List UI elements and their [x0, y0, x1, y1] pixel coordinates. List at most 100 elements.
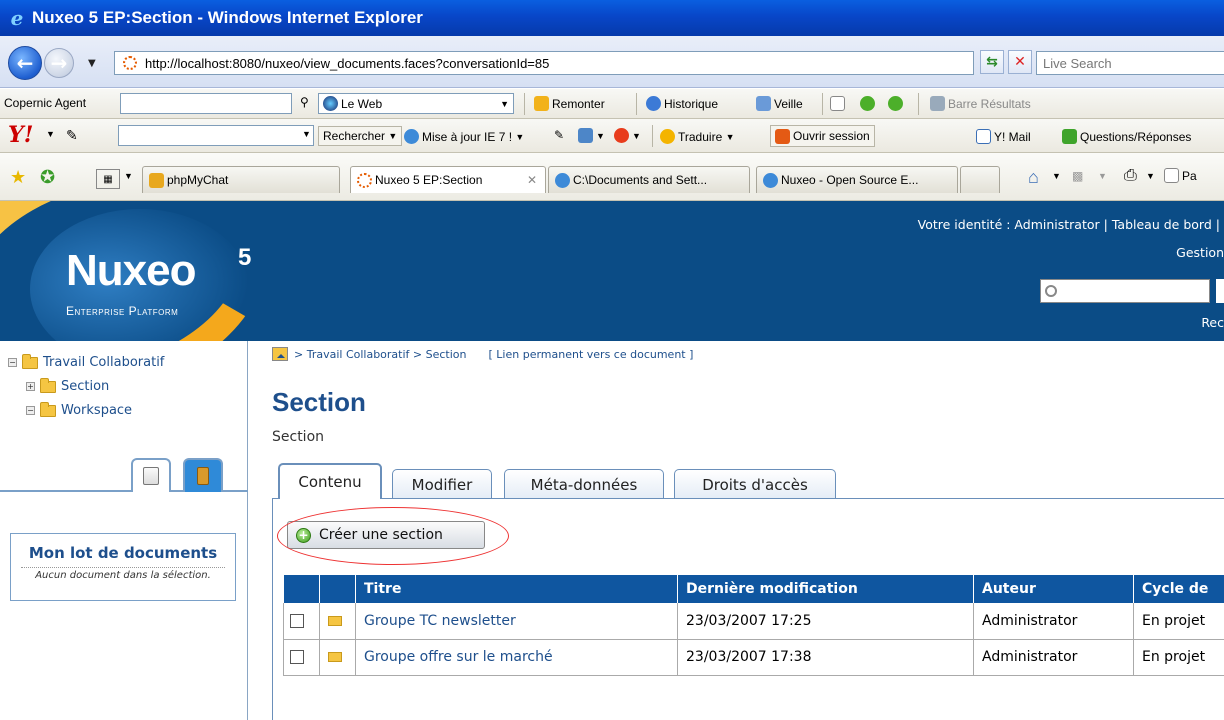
- row-type-cell: [319, 639, 356, 676]
- browser-tab-nuxeo-section[interactable]: Nuxeo 5 EP:Section ✕: [350, 166, 546, 193]
- copernic-input[interactable]: [120, 93, 292, 114]
- browser-tab-nuxeo-open-source[interactable]: Nuxeo - Open Source E...: [756, 166, 958, 193]
- le-web-select[interactable]: Le Web ▼: [318, 93, 514, 114]
- divider: [21, 567, 225, 568]
- row-checkbox[interactable]: [290, 650, 304, 664]
- tab-meta-donnees[interactable]: Méta-données: [504, 469, 664, 499]
- print-icon[interactable]: ⎙: [1124, 167, 1137, 185]
- row-title-link[interactable]: Groupe offre sur le marché: [364, 649, 553, 665]
- tab-modifier[interactable]: Modifier: [392, 469, 492, 499]
- veille-button[interactable]: Veille: [756, 96, 803, 111]
- stop-button[interactable]: ✕: [1008, 50, 1032, 74]
- folder-icon: [328, 615, 342, 626]
- table-header-titre[interactable]: Titre: [355, 575, 678, 603]
- url-input[interactable]: http://localhost:8080/nuxeo/view_documen…: [114, 51, 1085, 75]
- create-section-button[interactable]: + Créer une section: [287, 521, 485, 549]
- new-tab-button[interactable]: [960, 166, 1000, 193]
- close-icon: ✕: [1014, 54, 1026, 70]
- expand-icon[interactable]: +: [26, 382, 35, 391]
- yahoo-logo-icon[interactable]: Y!: [8, 122, 33, 148]
- documents-table: Titre Dernière modification Auteur Cycle…: [283, 575, 1224, 676]
- chevron-down-icon[interactable]: ▼: [1146, 171, 1155, 181]
- rechercher-button[interactable]: Rechercher ▼: [318, 126, 403, 146]
- recherche-link[interactable]: Rec: [1201, 315, 1224, 330]
- sidebar-tabs: [0, 458, 248, 492]
- tree-item-workspace[interactable]: − Workspace: [26, 401, 132, 418]
- page-menu-button[interactable]: Pa: [1164, 168, 1197, 183]
- sidebar-tab-clipboard[interactable]: [183, 458, 223, 492]
- chevron-down-icon[interactable]: ▼: [1052, 171, 1061, 181]
- chevron-down-icon[interactable]: ▼: [1098, 171, 1107, 181]
- folder-icon: [22, 353, 38, 369]
- yahoo-search-input[interactable]: [118, 125, 314, 146]
- refresh-button[interactable]: ⇆: [980, 50, 1004, 74]
- permalink-link[interactable]: [ Lien permanent vers ce document ]: [489, 348, 694, 361]
- ymail-button[interactable]: Y! Mail: [976, 129, 1031, 144]
- tree-item-section[interactable]: + Section: [26, 377, 109, 394]
- forward-button[interactable]: →: [44, 48, 74, 78]
- folder-icon: [40, 401, 56, 417]
- traduire-button[interactable]: Traduire ▼: [660, 129, 735, 144]
- prev-result-button[interactable]: [860, 96, 878, 111]
- nuxeo-logo[interactable]: Nuxeo: [66, 246, 196, 296]
- next-result-button[interactable]: [888, 96, 906, 111]
- mise-a-jour-button[interactable]: Mise à jour IE 7 ! ▼: [404, 129, 524, 144]
- home-icon[interactable]: ⌂: [1028, 167, 1039, 188]
- separator: [636, 93, 637, 115]
- header-search-input[interactable]: [1040, 279, 1210, 303]
- breadcrumb-path[interactable]: > Travail Collaboratif > Section: [294, 348, 467, 361]
- header-search-button[interactable]: [1216, 279, 1224, 303]
- dashboard-link[interactable]: Tableau de bord: [1112, 217, 1212, 232]
- window-title: Nuxeo 5 EP:Section - Windows Internet Ex…: [32, 8, 423, 27]
- identity-label: Votre identité : Administrator: [917, 217, 1100, 232]
- folder-icon: [40, 377, 56, 393]
- breadcrumb: > Travail Collaboratif > Section [ Lien …: [272, 347, 693, 361]
- browser-tab-documents[interactable]: C:\Documents and Sett...: [548, 166, 750, 193]
- barre-resultats-button[interactable]: Barre Résultats: [930, 96, 1031, 111]
- collapse-icon[interactable]: −: [8, 358, 17, 367]
- history-dropdown-icon[interactable]: ▼: [88, 58, 96, 69]
- back-button[interactable]: ←: [8, 46, 42, 80]
- main-content: > Travail Collaboratif > Section [ Lien …: [248, 341, 1224, 720]
- sidebar-tab-documents[interactable]: [131, 458, 171, 492]
- table-header-author[interactable]: Auteur: [973, 575, 1134, 603]
- add-favorite-icon[interactable]: ✪: [40, 167, 55, 188]
- ie-icon: [763, 172, 778, 188]
- highlight-button[interactable]: [830, 96, 848, 111]
- target-icon[interactable]: ▼: [614, 128, 641, 143]
- tree-item-travail-collaboratif[interactable]: − Travail Collaboratif: [8, 353, 164, 370]
- add-icon: +: [296, 527, 311, 543]
- mail-icon: [976, 129, 991, 144]
- questions-button[interactable]: Questions/Réponses: [1062, 129, 1191, 144]
- table-header-modified[interactable]: Dernière modification: [677, 575, 974, 603]
- table-header-lifecycle[interactable]: Cycle de: [1133, 575, 1224, 603]
- live-search-input[interactable]: Live Search: [1036, 51, 1224, 75]
- arrow-left-icon: [860, 96, 875, 111]
- ouvrir-session-button[interactable]: Ouvrir session: [770, 125, 875, 147]
- tab-droits-acces[interactable]: Droits d'accès: [674, 469, 836, 499]
- phpmychat-icon: [149, 172, 164, 188]
- row-title-link[interactable]: Groupe TC newsletter: [364, 613, 516, 629]
- chevron-down-icon[interactable]: ▼: [302, 129, 311, 139]
- up-folder-icon[interactable]: [272, 347, 288, 361]
- favorites-star-icon[interactable]: ★: [10, 167, 26, 188]
- row-select-cell: [283, 603, 320, 640]
- chevron-down-icon[interactable]: ▼: [46, 129, 55, 139]
- browser-tab-phpmychat[interactable]: phpMyChat: [142, 166, 340, 193]
- layout-icon[interactable]: ▼: [578, 128, 605, 143]
- pencil-icon[interactable]: ✎: [554, 128, 564, 142]
- feeds-icon[interactable]: ▩: [1072, 169, 1083, 183]
- document-batch-title: Mon lot de documents: [28, 544, 218, 562]
- close-tab-icon[interactable]: ✕: [527, 173, 537, 187]
- row-checkbox[interactable]: [290, 613, 304, 628]
- historique-button[interactable]: Historique: [646, 96, 718, 111]
- remonter-button[interactable]: Remonter: [534, 96, 605, 111]
- pencil-icon[interactable]: ✎: [66, 127, 78, 144]
- quick-tabs-icon[interactable]: ▦: [96, 169, 120, 189]
- tab-contenu[interactable]: Contenu: [278, 463, 382, 499]
- tab-list-chevron-icon[interactable]: ▼: [124, 171, 133, 181]
- collapse-icon[interactable]: −: [26, 406, 35, 415]
- window-titlebar: e Nuxeo 5 EP:Section - Windows Internet …: [0, 0, 1224, 36]
- search-icon[interactable]: ⚲: [300, 95, 309, 109]
- gestion-link[interactable]: Gestion: [1176, 245, 1224, 260]
